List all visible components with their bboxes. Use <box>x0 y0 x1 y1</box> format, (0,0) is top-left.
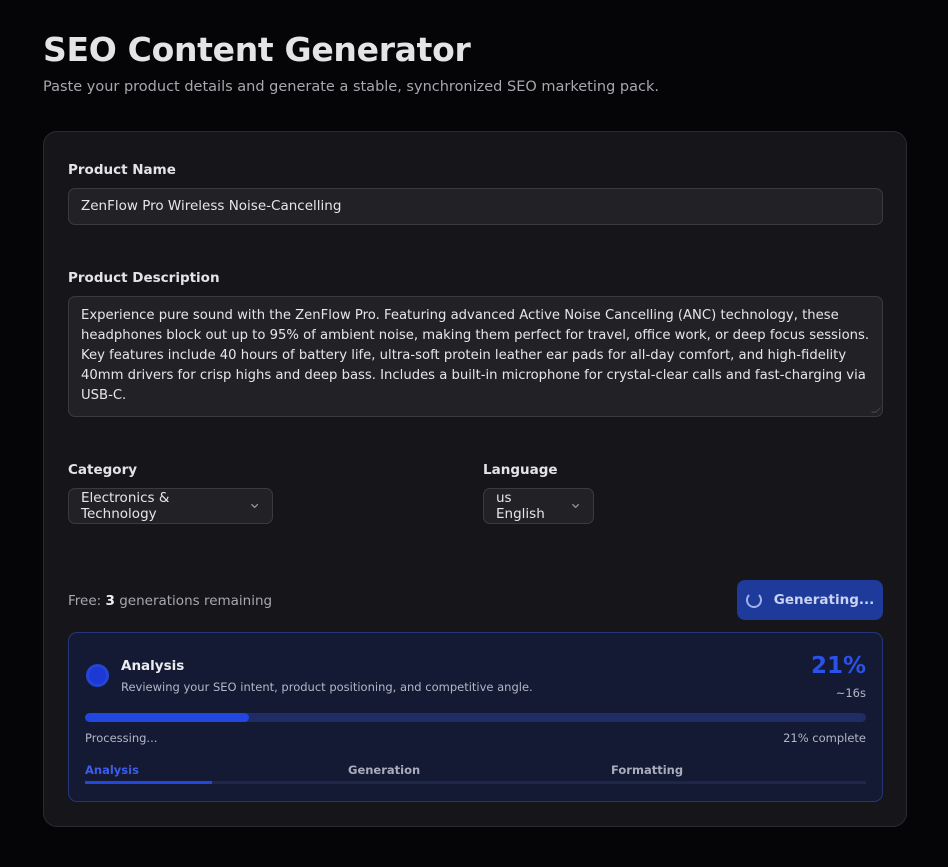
stage-indicator-icon <box>86 664 109 687</box>
step-formatting: Formatting <box>611 763 684 777</box>
category-select[interactable]: Electronics & Technology <box>68 488 273 524</box>
product-description-label: Product Description <box>68 270 220 286</box>
step-analysis: Analysis <box>85 763 139 777</box>
chevron-down-icon <box>250 503 258 509</box>
step-generation: Generation <box>348 763 421 777</box>
progress-bar-fill <box>85 713 249 722</box>
product-description-text: Experience pure sound with the ZenFlow P… <box>81 308 870 403</box>
progress-panel: Analysis Reviewing your SEO intent, prod… <box>68 632 883 802</box>
generate-button-label: Generating... <box>773 592 875 608</box>
product-description-textarea[interactable]: Experience pure sound with the ZenFlow P… <box>68 296 883 417</box>
page-subtitle: Paste your product details and generate … <box>43 79 659 95</box>
stage-description: Reviewing your SEO intent, product posit… <box>121 680 533 694</box>
step-track-active <box>85 781 212 784</box>
language-select[interactable]: us English <box>483 488 594 524</box>
language-label: Language <box>483 462 558 478</box>
progress-percent: 21% <box>810 653 866 679</box>
generator-card: Product Name ZenFlow Pro Wireless Noise-… <box>43 131 907 827</box>
category-select-value: Electronics & Technology <box>81 490 170 522</box>
spinner-icon <box>745 592 762 608</box>
category-label: Category <box>68 462 138 478</box>
quota-suffix: generations remaining <box>119 593 273 609</box>
quota-count: 3 <box>105 593 115 609</box>
generations-remaining: Free: 3 generations remaining <box>68 593 272 609</box>
resize-grip-icon[interactable] <box>871 407 881 413</box>
product-name-label: Product Name <box>68 162 176 178</box>
stage-title: Analysis <box>121 658 185 674</box>
page-title: SEO Content Generator <box>43 30 471 69</box>
generate-button[interactable]: Generating... <box>737 580 883 620</box>
quota-prefix: Free: <box>68 593 102 609</box>
chevron-down-icon <box>572 504 579 508</box>
page: SEO Content Generator Paste your product… <box>0 0 948 867</box>
progress-status: Processing... <box>85 731 158 745</box>
progress-complete-text: 21% complete <box>783 731 866 745</box>
progress-bar <box>85 713 866 722</box>
language-select-value: us English <box>496 490 545 522</box>
product-name-input[interactable]: ZenFlow Pro Wireless Noise-Cancelling <box>68 188 883 225</box>
progress-eta: ~16s <box>835 686 866 700</box>
